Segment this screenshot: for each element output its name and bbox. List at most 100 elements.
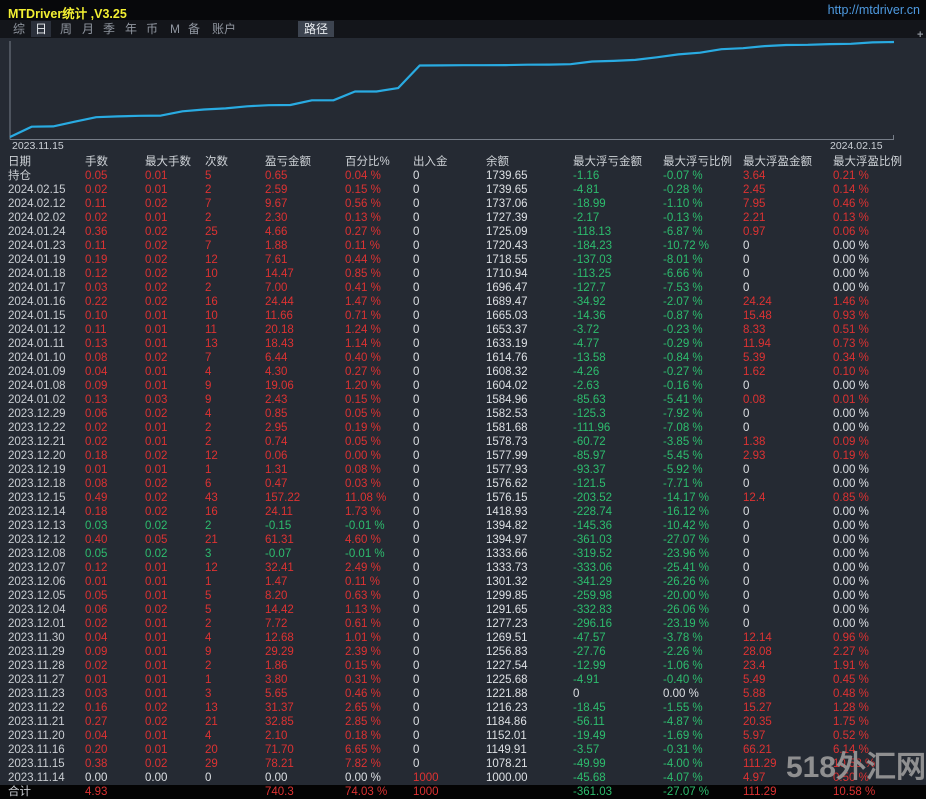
cell-最大浮盈比例: 0.13 %	[833, 211, 926, 225]
table-row[interactable]: 2023.12.120.400.052161.314.60 %01394.97-…	[0, 533, 926, 547]
cell-次数: 2	[205, 211, 265, 225]
table-row[interactable]: 2023.12.180.080.0260.470.03 %01576.62-12…	[0, 477, 926, 491]
table-row[interactable]: 2023.11.200.040.0142.100.18 %01152.01-19…	[0, 729, 926, 743]
cell-余额: 1291.65	[486, 603, 573, 617]
cell-最大浮亏比例: -0.27 %	[663, 365, 743, 379]
table-row[interactable]: 持仓0.050.0150.650.04 %01739.65-1.16-0.07 …	[0, 169, 926, 183]
table-row[interactable]: 2024.01.080.090.01919.061.20 %01604.02-2…	[0, 379, 926, 393]
cell-最大浮盈金额: 1.38	[743, 435, 833, 449]
cell-日期: 2024.02.15	[0, 183, 85, 197]
menu-item-note[interactable]: 备	[188, 21, 200, 37]
app-url-link[interactable]: http://mtdriver.cn	[828, 3, 920, 17]
table-row[interactable]: 2024.01.110.130.011318.431.14 %01633.19-…	[0, 337, 926, 351]
table-row[interactable]: 2023.12.040.060.02514.421.13 %01291.65-3…	[0, 603, 926, 617]
cell-最大手数: 0.01	[145, 561, 205, 575]
table-row[interactable]: 2023.12.140.180.021624.111.73 %01418.93-…	[0, 505, 926, 519]
cell-出入金: 0	[413, 169, 486, 183]
menu-item-year[interactable]: 年	[125, 21, 137, 37]
table-row[interactable]: 2024.01.090.040.0144.300.27 %01608.32-4.…	[0, 365, 926, 379]
table-row[interactable]: 2024.01.120.110.011120.181.24 %01653.37-…	[0, 323, 926, 337]
table-row[interactable]: 2023.12.210.020.0120.740.05 %01578.73-60…	[0, 435, 926, 449]
cell-次数: 13	[205, 701, 265, 715]
cell-出入金: 0	[413, 323, 486, 337]
cell-次数: 16	[205, 295, 265, 309]
table-row[interactable]: 2024.02.120.110.0279.670.56 %01737.06-18…	[0, 197, 926, 211]
table-row[interactable]: 2023.12.190.010.0111.310.08 %01577.93-93…	[0, 463, 926, 477]
cell-次数: 13	[205, 337, 265, 351]
cell-最大浮亏比例: -0.07 %	[663, 169, 743, 183]
plus-icon[interactable]: +	[917, 29, 923, 41]
table-row[interactable]: 2023.12.220.020.0122.950.19 %01581.68-11…	[0, 421, 926, 435]
table-total-row[interactable]: 合计4.93740.374.03 %1000-361.03-27.07 %111…	[0, 785, 926, 799]
table-row[interactable]: 2023.11.270.010.0113.800.31 %01225.68-4.…	[0, 673, 926, 687]
table-row[interactable]: 2024.01.180.120.021014.470.85 %01710.94-…	[0, 267, 926, 281]
table-row[interactable]: 2024.01.100.080.0276.440.40 %01614.76-13…	[0, 351, 926, 365]
cell-手数: 0.11	[85, 323, 145, 337]
cell-最大浮盈金额: 1.62	[743, 365, 833, 379]
cell-余额: 1653.37	[486, 323, 573, 337]
cell-最大手数: 0.03	[145, 393, 205, 407]
table-row[interactable]: 2023.12.080.050.023-0.07-0.01 %01333.66-…	[0, 547, 926, 561]
cell-最大浮亏金额: -118.13	[573, 225, 663, 239]
menu-item-currency[interactable]: 币	[146, 21, 158, 37]
menu-item-quarter[interactable]: 季	[103, 21, 115, 37]
table-row[interactable]: 2024.01.240.360.02254.660.27 %01725.09-1…	[0, 225, 926, 239]
table-row[interactable]: 2023.11.300.040.01412.681.01 %01269.51-4…	[0, 631, 926, 645]
cell-盈亏金额: -0.15	[265, 519, 345, 533]
table-row[interactable]: 2023.12.200.180.02120.060.00 %01577.99-8…	[0, 449, 926, 463]
menu-item-account[interactable]: 账户	[212, 21, 236, 37]
menu-item-summary[interactable]: 综	[13, 21, 25, 37]
cell-最大浮亏金额: -2.17	[573, 211, 663, 225]
table-row[interactable]: 2024.01.190.190.02127.610.44 %01718.55-1…	[0, 253, 926, 267]
cell-手数: 0.18	[85, 449, 145, 463]
table-row[interactable]: 2023.11.280.020.0121.860.15 %01227.54-12…	[0, 659, 926, 673]
table-row[interactable]: 2024.01.160.220.021624.441.47 %01689.47-…	[0, 295, 926, 309]
table-row[interactable]: 2023.11.210.270.022132.852.85 %01184.86-…	[0, 715, 926, 729]
path-button[interactable]: 路径	[298, 21, 334, 37]
table-row[interactable]: 2023.12.290.060.0240.850.05 %01582.53-12…	[0, 407, 926, 421]
cell-最大浮亏金额: -111.96	[573, 421, 663, 435]
cell-最大浮亏比例: -8.01 %	[663, 253, 743, 267]
cell-盈亏金额: 31.37	[265, 701, 345, 715]
cell-最大手数: 0.01	[145, 575, 205, 589]
cell-次数: 6	[205, 477, 265, 491]
table-row[interactable]: 2023.12.070.120.011232.412.49 %01333.73-…	[0, 561, 926, 575]
cell-日期: 2024.01.17	[0, 281, 85, 295]
table-row[interactable]: 2024.02.020.020.0122.300.13 %01727.39-2.…	[0, 211, 926, 225]
cell-最大浮亏比例: -5.92 %	[663, 463, 743, 477]
table-row[interactable]: 2024.02.150.020.0122.590.15 %01739.65-4.…	[0, 183, 926, 197]
menu-item-day[interactable]: 日	[31, 21, 51, 37]
table-row[interactable]: 2024.01.020.130.0392.430.15 %01584.96-85…	[0, 393, 926, 407]
cell-最大浮亏金额: 0	[573, 687, 663, 701]
table-row[interactable]: 2023.11.220.160.021331.372.65 %01216.23-…	[0, 701, 926, 715]
table-row[interactable]: 2024.01.170.030.0227.000.41 %01696.47-12…	[0, 281, 926, 295]
table-row[interactable]: 2024.01.150.100.011011.660.71 %01665.03-…	[0, 309, 926, 323]
cell-出入金: 0	[413, 575, 486, 589]
table-row[interactable]: 2024.01.230.110.0271.880.11 %01720.43-18…	[0, 239, 926, 253]
table-row[interactable]: 2023.11.290.090.01929.292.39 %01256.83-2…	[0, 645, 926, 659]
menu-item-month[interactable]: 月	[82, 21, 94, 37]
cell-出入金: 0	[413, 267, 486, 281]
table-row[interactable]: 2023.11.230.030.0135.650.46 %01221.8800.…	[0, 687, 926, 701]
cell-盈亏金额: 7.72	[265, 617, 345, 631]
cell-日期: 2024.01.19	[0, 253, 85, 267]
menu-item-m[interactable]: M	[170, 21, 180, 37]
column-header-0: 日期	[0, 155, 85, 169]
cell-手数: 0.10	[85, 309, 145, 323]
cell-最大浮盈金额: 0	[743, 617, 833, 631]
cell-百分比%: -0.01 %	[345, 547, 413, 561]
cell-最大浮盈金额: 0	[743, 505, 833, 519]
cell-出入金: 0	[413, 421, 486, 435]
cell-最大浮盈比例: 0.52 %	[833, 729, 926, 743]
table-row[interactable]: 2023.12.050.050.0158.200.63 %01299.85-25…	[0, 589, 926, 603]
cell-次数: 2	[205, 281, 265, 295]
menu-item-week[interactable]: 周	[60, 21, 72, 37]
table-row[interactable]: 2023.12.060.010.0111.470.11 %01301.32-34…	[0, 575, 926, 589]
cell-最大手数: 0.02	[145, 281, 205, 295]
cell-出入金: 1000	[413, 785, 486, 799]
column-header-2: 最大手数	[145, 155, 205, 169]
table-row[interactable]: 2023.12.010.020.0127.720.61 %01277.23-29…	[0, 617, 926, 631]
table-row[interactable]: 2023.12.130.030.022-0.15-0.01 %01394.82-…	[0, 519, 926, 533]
table-row[interactable]: 2023.12.150.490.0243157.2211.08 %01576.1…	[0, 491, 926, 505]
cell-最大浮盈比例: 0.00 %	[833, 477, 926, 491]
